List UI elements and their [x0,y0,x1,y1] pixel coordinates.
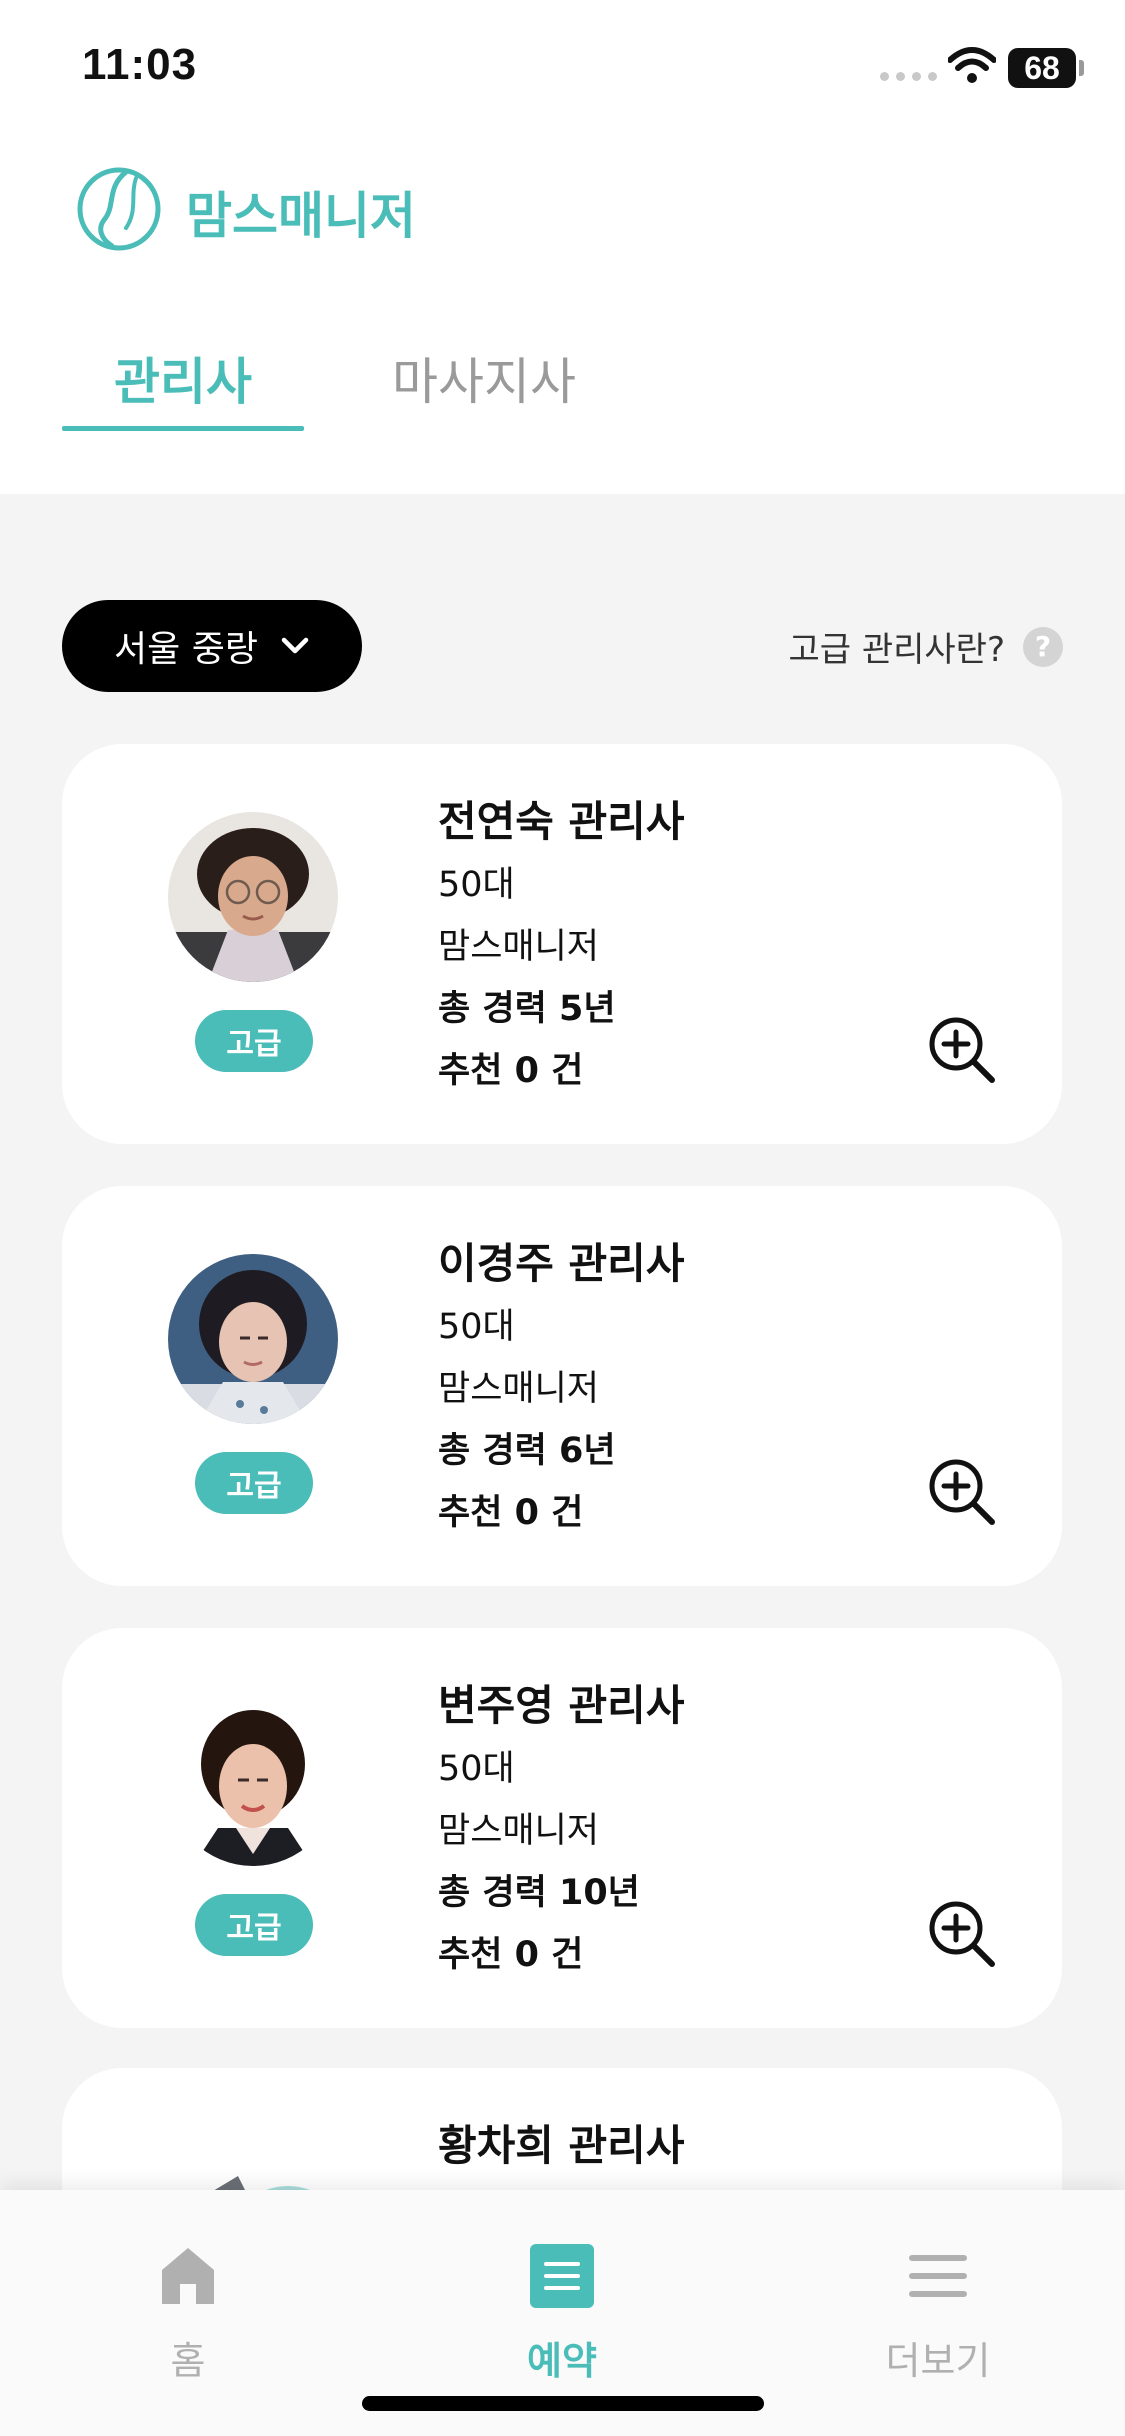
zoom-in-icon[interactable] [926,1014,998,1086]
caregiver-card[interactable]: 고급 변주영 관리사 50대 맘스매니저 총 경력 10년 추천 0 건 [62,1628,1062,2028]
status-bar: 11:03 68 [0,0,1125,130]
premium-info-link[interactable]: 고급 관리사란? ? [788,622,1063,671]
region-label: 서울 중랑 [114,629,258,670]
battery-icon: 68 [1008,48,1076,88]
active-tab-indicator [62,426,304,431]
nav-reservation[interactable]: 예약 [482,2244,642,2385]
caregiver-recommendations: 추천 0 건 [438,1051,584,1091]
battery-tip [1079,60,1084,76]
cellular-signal-icon [880,72,937,81]
logo-icon [77,167,161,251]
caregiver-card[interactable]: 고급 전연숙 관리사 50대 맘스매니저 총 경력 5년 추천 0 건 [62,744,1062,1144]
nav-more-label: 더보기 [885,2339,991,2383]
home-icon [162,2248,214,2304]
tab-caregiver[interactable]: 관리사 [114,342,252,414]
status-time: 11:03 [82,40,198,89]
caregiver-age: 50대 [438,1749,515,1789]
caregiver-company: 맘스매니저 [438,927,600,967]
caregiver-age: 50대 [438,1307,515,1347]
caregiver-experience: 총 경력 10년 [438,1873,640,1913]
wifi-icon [948,47,996,83]
app-header: 맘스매니저 관리사 마사지사 [0,130,1125,494]
list-icon [530,2244,594,2308]
avatar [168,1254,338,1424]
caregiver-experience: 총 경력 6년 [438,1431,616,1471]
avatar [168,1696,338,1866]
caregiver-experience: 총 경력 5년 [438,989,616,1029]
grade-badge: 고급 [195,1452,313,1514]
caregiver-name: 전연숙 관리사 [438,797,685,846]
caregiver-name: 변주영 관리사 [438,1681,685,1730]
battery-level: 68 [1024,49,1060,86]
caregiver-company: 맘스매니저 [438,1811,600,1851]
premium-info-label: 고급 관리사란? [788,630,1005,670]
caregiver-card[interactable]: 고급 이경주 관리사 50대 맘스매니저 총 경력 6년 추천 0 건 [62,1186,1062,1586]
zoom-in-icon[interactable] [926,1898,998,1970]
caregiver-recommendations: 추천 0 건 [438,1935,584,1975]
caregiver-name: 황차희 관리사 [438,2121,685,2170]
nav-reservation-label: 예약 [527,2339,597,2383]
chevron-down-icon [281,637,309,654]
region-select-button[interactable]: 서울 중랑 [62,600,362,692]
help-icon: ? [1023,626,1063,667]
avatar [168,812,338,982]
zoom-in-icon[interactable] [926,1456,998,1528]
menu-icon [909,2255,967,2297]
caregiver-company: 맘스매니저 [438,1369,600,1409]
grade-badge: 고급 [195,1010,313,1072]
grade-badge: 고급 [195,1894,313,1956]
nav-more[interactable]: 더보기 [858,2244,1018,2385]
app-name: 맘스매니저 [186,187,416,245]
nav-home[interactable]: 홈 [108,2244,268,2385]
caregiver-name: 이경주 관리사 [438,1239,685,1288]
caregiver-recommendations: 추천 0 건 [438,1493,584,1533]
tab-massage-therapist[interactable]: 마사지사 [392,342,576,414]
home-indicator [362,2396,764,2411]
nav-home-label: 홈 [170,2339,206,2383]
caregiver-age: 50대 [438,865,515,905]
